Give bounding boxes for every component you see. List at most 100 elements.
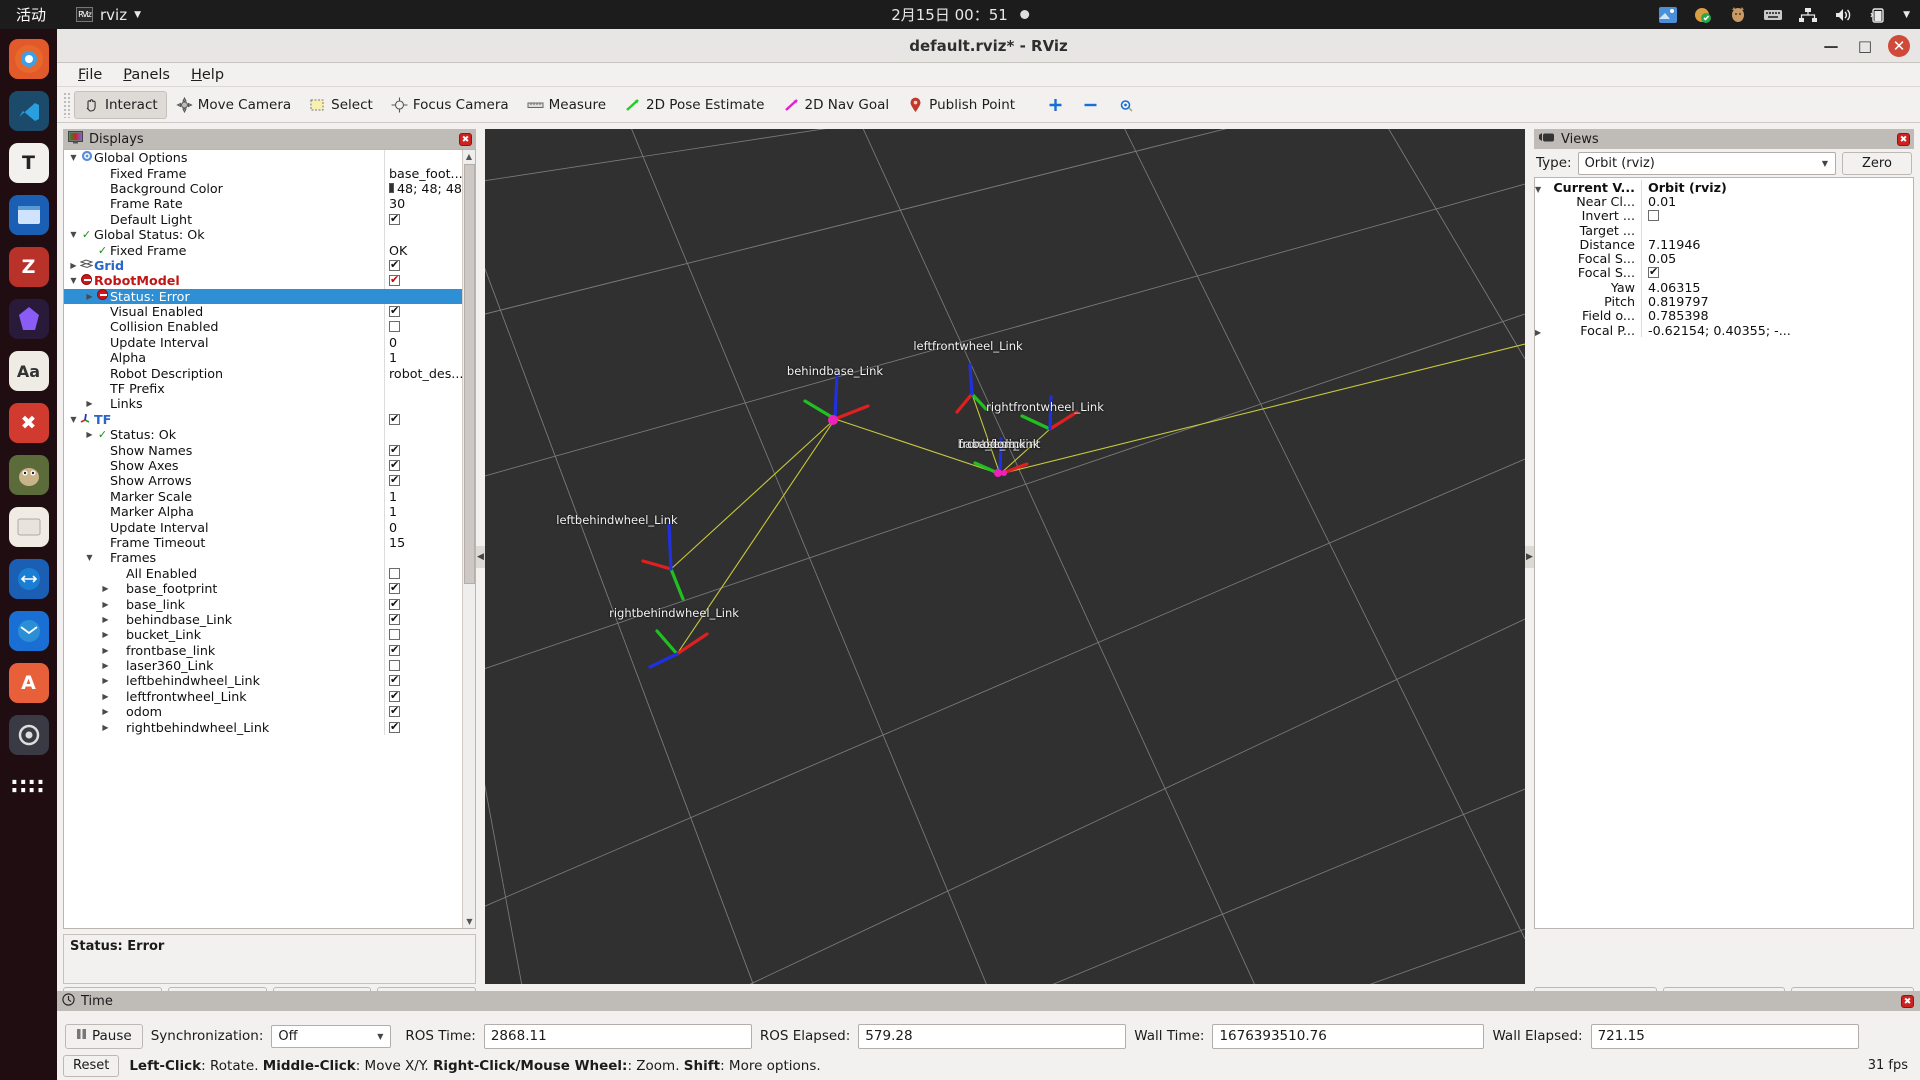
views-row-value[interactable]: 4.06315 — [1641, 280, 1913, 294]
displays-row-default-light[interactable]: Default Light — [64, 212, 462, 227]
displays-row-marker-alpha[interactable]: Marker Alpha1 — [64, 504, 462, 519]
row-value[interactable]: 1 — [384, 489, 462, 504]
close-icon[interactable]: ✖ — [1897, 133, 1910, 146]
expand-arrow[interactable] — [100, 676, 111, 685]
views-row-pitch[interactable]: Pitch0.819797 — [1535, 294, 1913, 308]
displays-row-leftfrontwheel-link[interactable]: leftfrontwheel_Link — [64, 689, 462, 704]
tool-move-camera[interactable]: Move Camera — [167, 91, 300, 119]
views-row-value[interactable] — [1641, 209, 1913, 223]
views-row-value[interactable]: -0.62154; 0.40355; -... — [1641, 323, 1913, 337]
activities-button[interactable]: 活动 — [0, 4, 60, 25]
views-row-value[interactable]: 0.819797 — [1641, 294, 1913, 308]
tool-focus-camera[interactable]: Focus Camera — [382, 91, 518, 119]
views-row-focal-s[interactable]: Focal S...0.05 — [1535, 251, 1913, 265]
views-row-field-o[interactable]: Field o...0.785398 — [1535, 309, 1913, 323]
row-value[interactable] — [384, 458, 462, 473]
row-value[interactable] — [384, 319, 462, 334]
close-icon[interactable]: ✖ — [459, 133, 472, 146]
tool-publish-point[interactable]: Publish Point — [898, 91, 1024, 119]
close-icon[interactable]: ✖ — [1901, 995, 1914, 1008]
expand-arrow[interactable] — [100, 630, 111, 639]
ros-time-field[interactable]: 2868.11 — [484, 1024, 752, 1049]
pause-button[interactable]: Pause — [65, 1024, 143, 1049]
expand-arrow[interactable] — [100, 600, 111, 609]
row-value[interactable] — [384, 612, 462, 627]
scroll-thumb[interactable] — [464, 164, 475, 584]
clock-area[interactable]: 2月15日 00：51 — [891, 4, 1029, 25]
dock-item-settings[interactable] — [9, 715, 49, 755]
row-value[interactable]: 1 — [384, 350, 462, 365]
views-row-value[interactable]: 0.785398 — [1641, 309, 1913, 323]
expand-arrow[interactable] — [84, 399, 95, 408]
dock-item-teamviewer[interactable] — [9, 559, 49, 599]
expand-arrow[interactable] — [84, 292, 95, 301]
displays-row-global-status-ok[interactable]: ✓Global Status: Ok — [64, 227, 462, 242]
views-row-focal-s[interactable]: Focal S... — [1535, 266, 1913, 280]
dock-item-files[interactable] — [9, 507, 49, 547]
displays-row-update-interval[interactable]: Update Interval0 — [64, 519, 462, 534]
tool-2d-pose-estimate[interactable]: 2D Pose Estimate — [615, 91, 773, 119]
views-row-value[interactable] — [1641, 223, 1913, 237]
displays-row-frontbase-link[interactable]: frontbase_link — [64, 643, 462, 658]
dock-item-files-blue[interactable] — [9, 195, 49, 235]
row-value[interactable] — [384, 227, 462, 242]
displays-row-behindbase-link[interactable]: behindbase_Link — [64, 612, 462, 627]
3d-viewport[interactable]: behindbase_Linkleftfrontwheel_Linkrightf… — [485, 129, 1525, 984]
displays-row-robotmodel[interactable]: RobotModel — [64, 273, 462, 288]
dock-item-obsidian[interactable] — [9, 299, 49, 339]
dock-item-gimp[interactable] — [9, 455, 49, 495]
expand-arrow[interactable] — [68, 153, 79, 162]
views-row-value[interactable]: 0.01 — [1641, 194, 1913, 208]
row-value[interactable]: 15 — [384, 535, 462, 550]
row-value[interactable] — [384, 566, 462, 581]
row-value[interactable] — [384, 212, 462, 227]
displays-row-update-interval[interactable]: Update Interval0 — [64, 335, 462, 350]
toolbar-grip[interactable] — [63, 92, 71, 118]
row-value[interactable] — [384, 550, 462, 565]
menu-help[interactable]: Help — [182, 65, 233, 85]
row-value[interactable]: 48; 48; 48 — [384, 181, 462, 196]
maximize-button[interactable]: □ — [1854, 35, 1876, 57]
dock-item-xmind[interactable]: ✖ — [9, 403, 49, 443]
menu-panels[interactable]: Panels — [114, 65, 179, 85]
wall-time-field[interactable]: 1676393510.76 — [1212, 1024, 1484, 1049]
row-value[interactable] — [384, 719, 462, 734]
chevron-down-icon[interactable]: ▼ — [1903, 10, 1910, 20]
row-value[interactable]: 0 — [384, 335, 462, 350]
row-value[interactable] — [384, 596, 462, 611]
expand-arrow[interactable] — [68, 261, 79, 270]
row-value[interactable] — [384, 289, 462, 304]
displays-row-base-link[interactable]: base_link — [64, 596, 462, 611]
expand-arrow[interactable] — [68, 276, 79, 285]
displays-row-global-options[interactable]: Global Options — [64, 150, 462, 165]
menu-bar[interactable]: File Panels Help — [57, 63, 1920, 87]
dock-item-dictionary[interactable]: Aa — [9, 351, 49, 391]
row-value[interactable] — [384, 627, 462, 642]
system-tray[interactable]: ▼ — [1658, 6, 1910, 24]
row-value[interactable] — [384, 658, 462, 673]
displays-row-status-error[interactable]: Status: Error — [64, 289, 462, 304]
displays-row-fixed-frame[interactable]: ✓Fixed FrameOK — [64, 242, 462, 257]
displays-row-tf[interactable]: TF — [64, 412, 462, 427]
dock-item-show-apps[interactable]: ∷∷ — [9, 767, 49, 807]
displays-row-fixed-frame[interactable]: Fixed Framebase_foot... — [64, 165, 462, 180]
row-value[interactable] — [384, 473, 462, 488]
row-value[interactable]: base_foot... — [384, 165, 462, 180]
row-value[interactable] — [384, 704, 462, 719]
dock-item-vscode[interactable] — [9, 91, 49, 131]
row-value[interactable] — [384, 150, 462, 165]
menu-file[interactable]: File — [69, 65, 111, 85]
displays-row-bucket-link[interactable]: bucket_Link — [64, 627, 462, 642]
expand-arrow[interactable] — [100, 692, 111, 701]
ros-elapsed-field[interactable]: 579.28 — [858, 1024, 1126, 1049]
displays-row-robot-description[interactable]: Robot Descriptionrobot_des... — [64, 365, 462, 380]
reset-button[interactable]: Reset — [63, 1055, 119, 1077]
views-row-yaw[interactable]: Yaw4.06315 — [1535, 280, 1913, 294]
zero-button[interactable]: Zero — [1842, 152, 1912, 175]
views-row-distance[interactable]: Distance7.11946 — [1535, 237, 1913, 251]
row-value[interactable] — [384, 396, 462, 411]
tool-2d-nav-goal[interactable]: 2D Nav Goal — [774, 91, 899, 119]
row-value[interactable] — [384, 442, 462, 457]
views-row-invert[interactable]: Invert ... — [1535, 209, 1913, 223]
expand-arrow[interactable] — [100, 646, 111, 655]
